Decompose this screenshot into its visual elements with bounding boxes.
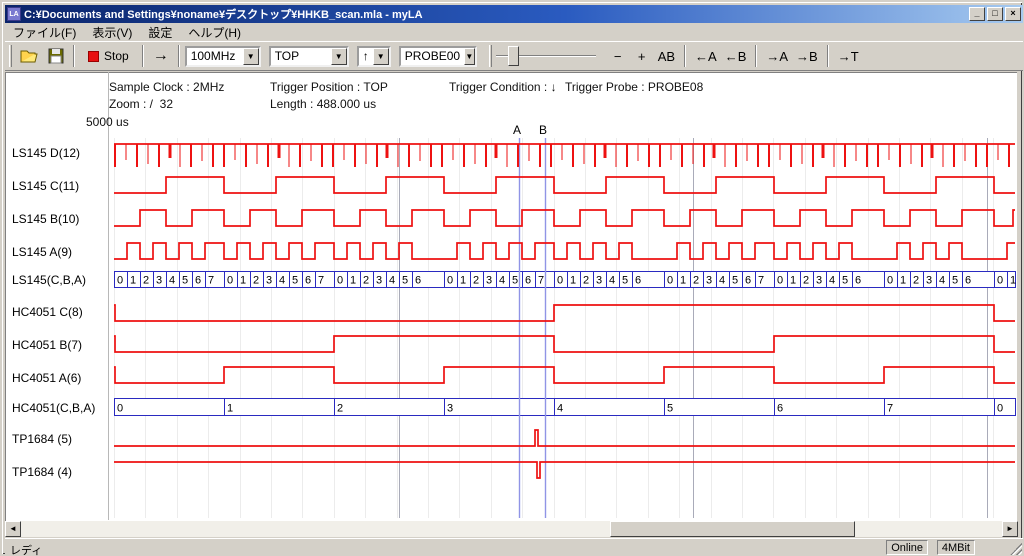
ab-range-button[interactable]: AB	[654, 44, 679, 68]
toolbar-separator	[684, 45, 686, 67]
trigger-position-combo-value: TOP	[271, 49, 331, 63]
toolbar-separator	[73, 45, 75, 67]
stop-button[interactable]: Stop	[80, 44, 137, 68]
toolbar-separator	[827, 45, 829, 67]
waveform-panel	[5, 72, 1017, 521]
horizontal-scrollbar[interactable]: ◄ ►	[5, 521, 1018, 537]
toolbar: Stop → 100MHz▼TOP▼↑▼PROBE00▼ −+AB←A←B→A→…	[5, 41, 1023, 71]
goto-marker-a-button[interactable]: ←A	[691, 44, 721, 68]
slider-handle[interactable]	[508, 46, 519, 66]
stop-label: Stop	[104, 49, 129, 63]
ruler-time-label: 5000 us	[86, 115, 129, 129]
title-bar[interactable]: LA C:¥Documents and Settings¥noname¥デスクト…	[5, 5, 1023, 23]
toolbar-grip[interactable]	[9, 45, 12, 67]
toolbar-separator	[755, 45, 757, 67]
resize-grip-icon[interactable]	[1010, 543, 1022, 555]
trigger-probe-combo[interactable]: PROBE00▼	[399, 46, 477, 67]
channel-label[interactable]: HC4051 C(8)	[12, 305, 83, 319]
save-file-button[interactable]	[44, 44, 68, 68]
goto-trigger-button[interactable]: →T	[834, 44, 863, 68]
zoom-slider[interactable]	[496, 45, 596, 67]
scroll-right-arrow[interactable]: ►	[1002, 521, 1018, 537]
status-ready-text: レディ	[10, 542, 42, 556]
open-folder-icon	[20, 48, 40, 64]
menu-item-3[interactable]: ヘルプ(H)	[180, 23, 249, 42]
trigger-position-combo[interactable]: TOP▼	[269, 46, 349, 67]
toolbar-grip[interactable]	[489, 45, 492, 67]
channel-label[interactable]: LS145 B(10)	[12, 212, 79, 226]
open-file-button[interactable]	[16, 44, 44, 68]
mylA-window: { "window": { "title": "C:¥Documents and…	[0, 0, 1024, 556]
menu-item-2[interactable]: 設定	[140, 23, 180, 42]
toolbar-separator	[178, 45, 180, 67]
info-length: Length : 488.000 us	[270, 97, 376, 111]
info-trigger-condition: Trigger Condition : ↓	[449, 80, 557, 94]
trigger-edge-combo-value: ↑	[359, 49, 373, 63]
sample-clock-combo[interactable]: 100MHz▼	[185, 46, 261, 67]
channel-label[interactable]: HC4051(C,B,A)	[12, 401, 95, 415]
close-button[interactable]: ×	[1005, 7, 1021, 21]
channel-label[interactable]: LS145 D(12)	[12, 146, 80, 160]
label-separator	[108, 72, 109, 520]
chevron-down-icon[interactable]: ▼	[243, 48, 259, 65]
trigger-edge-combo[interactable]: ↑▼	[357, 46, 391, 67]
chevron-down-icon[interactable]: ▼	[373, 48, 389, 65]
zoom-in-button[interactable]: +	[630, 44, 654, 68]
info-trigger-probe: Trigger Probe : PROBE08	[565, 80, 703, 94]
app-icon: LA	[7, 7, 21, 21]
sample-clock-combo-value: 100MHz	[187, 49, 243, 63]
channel-label[interactable]: HC4051 A(6)	[12, 371, 81, 385]
run-button[interactable]: →	[149, 44, 173, 68]
menu-item-1[interactable]: 表示(V)	[84, 23, 140, 42]
info-zoom: Zoom : / 32	[109, 97, 173, 111]
info-trigger-position: Trigger Position : TOP	[270, 80, 388, 94]
channel-label[interactable]: TP1684 (4)	[12, 465, 72, 479]
marker-a-label[interactable]: A	[513, 123, 521, 137]
chevron-down-icon[interactable]: ▼	[331, 48, 347, 65]
floppy-disk-icon	[48, 48, 64, 64]
channel-label[interactable]: HC4051 B(7)	[12, 338, 82, 352]
chevron-down-icon[interactable]: ▼	[464, 48, 475, 65]
maximize-button[interactable]: □	[987, 7, 1003, 21]
combo-group: 100MHz▼TOP▼↑▼PROBE00▼	[185, 46, 485, 67]
stop-icon	[88, 51, 99, 62]
zoom-button-group: −+AB ←A←B →A→B →T	[606, 44, 863, 68]
status-online-badge: Online	[886, 540, 928, 555]
set-marker-b-button[interactable]: →B	[792, 44, 822, 68]
window-title: C:¥Documents and Settings¥noname¥デスクトップ¥…	[24, 6, 423, 22]
scrollbar-thumb[interactable]	[610, 521, 855, 537]
goto-marker-b-button[interactable]: ←B	[721, 44, 751, 68]
toolbar-separator	[142, 45, 144, 67]
status-bar: レディ Online 4MBit	[5, 538, 1023, 555]
channel-label[interactable]: LS145 A(9)	[12, 245, 72, 259]
scroll-left-arrow[interactable]: ◄	[5, 521, 21, 537]
set-marker-a-button[interactable]: →A	[762, 44, 792, 68]
trigger-probe-combo-value: PROBE00	[401, 49, 464, 63]
channel-label[interactable]: TP1684 (5)	[12, 432, 72, 446]
info-sample-clock: Sample Clock : 2MHz	[109, 80, 224, 94]
minimize-button[interactable]: _	[969, 7, 985, 21]
menu-item-0[interactable]: ファイル(F)	[5, 23, 84, 42]
zoom-out-button[interactable]: −	[606, 44, 630, 68]
channel-label[interactable]: LS145 C(11)	[12, 179, 79, 193]
marker-b-label[interactable]: B	[539, 123, 547, 137]
channel-label[interactable]: LS145(C,B,A)	[12, 273, 86, 287]
window-controls: _ □ ×	[967, 7, 1023, 21]
menu-bar: ファイル(F)表示(V)設定ヘルプ(H)	[5, 23, 1023, 41]
status-memory-badge: 4MBit	[937, 540, 975, 555]
